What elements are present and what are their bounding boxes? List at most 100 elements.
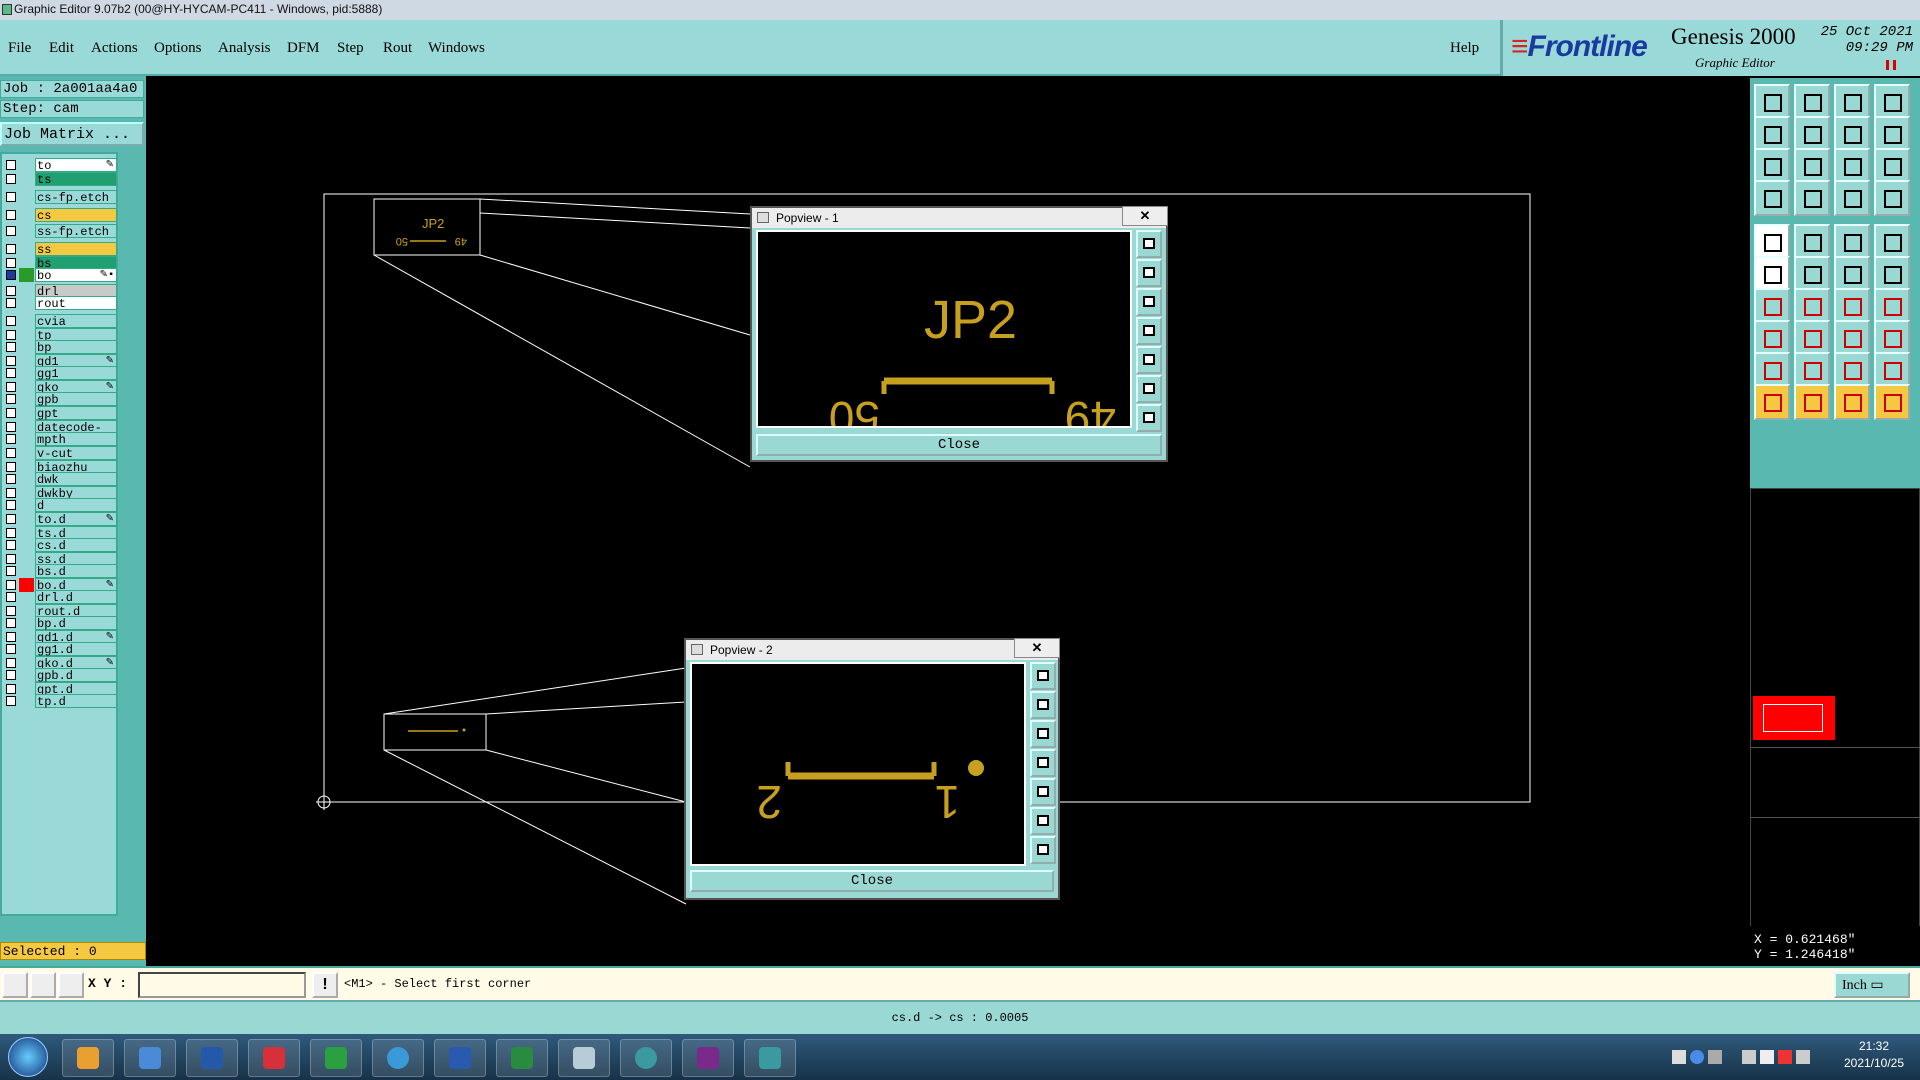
layer-checkbox[interactable] bbox=[6, 330, 16, 340]
tool-home-button[interactable] bbox=[1834, 84, 1870, 120]
popview-pan-up-button[interactable] bbox=[1136, 259, 1162, 287]
layer-row[interactable]: mpth bbox=[2, 432, 118, 447]
popview-zoom-fit-button[interactable] bbox=[1136, 230, 1162, 258]
tool-open-job-button[interactable] bbox=[1754, 84, 1790, 120]
popview-pan-left-button[interactable] bbox=[1030, 749, 1056, 777]
layer-checkbox[interactable] bbox=[6, 592, 16, 602]
popview-pan-right-button[interactable] bbox=[1030, 778, 1056, 806]
taskbar-app-7[interactable] bbox=[434, 1039, 486, 1077]
layer-checkbox[interactable] bbox=[6, 192, 16, 202]
layer-checkbox[interactable] bbox=[6, 298, 16, 308]
tool-ruler-button[interactable] bbox=[1834, 224, 1870, 260]
layer-checkbox[interactable] bbox=[6, 684, 16, 694]
layer-checkbox[interactable] bbox=[6, 474, 16, 484]
grid-icon[interactable] bbox=[58, 972, 84, 998]
layer-checkbox[interactable] bbox=[6, 316, 16, 326]
popview-2-view[interactable]: 2 1 bbox=[690, 662, 1026, 866]
layer-row[interactable]: to ✎ bbox=[2, 158, 118, 173]
popview-pan-left-button[interactable] bbox=[1136, 317, 1162, 345]
xy-input[interactable] bbox=[138, 972, 306, 998]
layer-row[interactable]: d bbox=[2, 498, 118, 513]
layer-checkbox[interactable] bbox=[6, 382, 16, 392]
layer-checkbox[interactable] bbox=[6, 606, 16, 616]
tool-layer-blue-button[interactable] bbox=[1874, 180, 1910, 216]
tool-add-node-button[interactable] bbox=[1874, 256, 1910, 292]
menu-step[interactable]: Step bbox=[337, 40, 364, 57]
layer-checkbox[interactable] bbox=[6, 618, 16, 628]
layer-row[interactable]: bo ✎▪ bbox=[2, 268, 118, 283]
popview-pan-right-button[interactable] bbox=[1136, 346, 1162, 374]
tool-redo-view-button[interactable] bbox=[1794, 116, 1830, 152]
graphic-canvas[interactable]: JP2 50 49 Popview - 1 ✕ JP2 50 49 Close … bbox=[146, 78, 1750, 964]
layer-checkbox[interactable] bbox=[6, 160, 16, 170]
layer-row[interactable]: ts bbox=[2, 172, 118, 187]
popview-1-close-x-button[interactable]: ✕ bbox=[1122, 206, 1168, 226]
menu-rout[interactable]: Rout bbox=[383, 40, 412, 57]
tool-connect-button[interactable] bbox=[1754, 256, 1790, 292]
layer-checkbox[interactable] bbox=[6, 658, 16, 668]
tool-pointer-select-button[interactable] bbox=[1834, 384, 1870, 420]
tool-layout-button[interactable] bbox=[1874, 84, 1910, 120]
layer-checkbox[interactable] bbox=[6, 210, 16, 220]
tool-center-button[interactable] bbox=[1794, 148, 1830, 184]
layer-row[interactable]: cvia bbox=[2, 314, 118, 329]
tray-icon-1[interactable] bbox=[1672, 1050, 1686, 1064]
popview-pan-down-button[interactable] bbox=[1030, 720, 1056, 748]
layer-row[interactable]: gpb.d bbox=[2, 668, 118, 683]
tool-scale-1-2-button[interactable] bbox=[1834, 148, 1870, 184]
tool-triangle-alt-button[interactable] bbox=[1794, 352, 1830, 388]
tool-save-step-button[interactable] bbox=[1794, 84, 1830, 120]
layer-checkbox[interactable] bbox=[6, 580, 16, 590]
layer-checkbox[interactable] bbox=[6, 286, 16, 296]
layer-checkbox[interactable] bbox=[6, 394, 16, 404]
layer-checkbox[interactable] bbox=[6, 342, 16, 352]
layer-row[interactable]: gg1 bbox=[2, 366, 118, 381]
tray-icon-3[interactable] bbox=[1708, 1050, 1722, 1064]
taskbar-app-2[interactable] bbox=[124, 1039, 176, 1077]
layer-checkbox[interactable] bbox=[6, 514, 16, 524]
layer-checkbox[interactable] bbox=[6, 528, 16, 538]
tool-pointer-button[interactable] bbox=[1754, 384, 1790, 420]
layer-checkbox[interactable] bbox=[6, 644, 16, 654]
layer-checkbox[interactable] bbox=[6, 448, 16, 458]
layer-checkbox[interactable] bbox=[6, 258, 16, 268]
popview-1-view[interactable]: JP2 50 49 bbox=[756, 230, 1132, 444]
tool-line-h-button[interactable] bbox=[1794, 320, 1830, 356]
popview-2-close-x-button[interactable]: ✕ bbox=[1014, 638, 1060, 658]
volume-icon[interactable] bbox=[1760, 1050, 1774, 1064]
layer-row[interactable]: bp bbox=[2, 340, 118, 355]
tool-help-query-button[interactable] bbox=[1874, 148, 1910, 184]
layer-row[interactable]: bs.d bbox=[2, 564, 118, 579]
tool-select-pad-button[interactable] bbox=[1754, 320, 1790, 356]
tool-snap-button[interactable] bbox=[1874, 116, 1910, 152]
taskbar-app-5[interactable] bbox=[310, 1039, 362, 1077]
tool-line-draw-button[interactable] bbox=[1794, 288, 1830, 324]
layer-row[interactable]: rout bbox=[2, 296, 118, 311]
layer-row[interactable]: gpb bbox=[2, 392, 118, 407]
layer-checkbox[interactable] bbox=[6, 434, 16, 444]
monitor-icon[interactable] bbox=[1796, 1050, 1810, 1064]
layer-checkbox[interactable] bbox=[6, 422, 16, 432]
units-selector[interactable]: Inch ▭ bbox=[1834, 972, 1910, 998]
tool-line-angle-button[interactable] bbox=[1754, 288, 1790, 324]
layer-row[interactable]: dwk bbox=[2, 472, 118, 487]
layer-checkbox[interactable] bbox=[6, 270, 16, 280]
help-icon[interactable] bbox=[1690, 1050, 1704, 1064]
snap-icon[interactable] bbox=[2, 972, 28, 998]
layer-checkbox[interactable] bbox=[6, 244, 16, 254]
tool-layer-red-button[interactable] bbox=[1834, 180, 1870, 216]
taskbar-app-4[interactable] bbox=[248, 1039, 300, 1077]
popview-2-close-button[interactable]: Close bbox=[690, 870, 1054, 892]
popview-zoom-in-button[interactable] bbox=[1030, 836, 1056, 864]
tool-pad-button[interactable] bbox=[1874, 224, 1910, 260]
active-layer-swatch[interactable] bbox=[1753, 696, 1835, 740]
menu-edit[interactable]: Edit bbox=[49, 40, 74, 57]
layer-row[interactable]: v-cut bbox=[2, 446, 118, 461]
layer-row[interactable]: ss-fp.etch bbox=[2, 224, 118, 239]
tool-shapes-button[interactable] bbox=[1874, 320, 1910, 356]
menu-actions[interactable]: Actions bbox=[91, 40, 138, 57]
taskbar-app-1[interactable] bbox=[62, 1039, 114, 1077]
menu-analysis[interactable]: Analysis bbox=[218, 40, 271, 57]
popview-pan-down-button[interactable] bbox=[1136, 288, 1162, 316]
tool-fill-mode-button[interactable] bbox=[1754, 224, 1790, 260]
